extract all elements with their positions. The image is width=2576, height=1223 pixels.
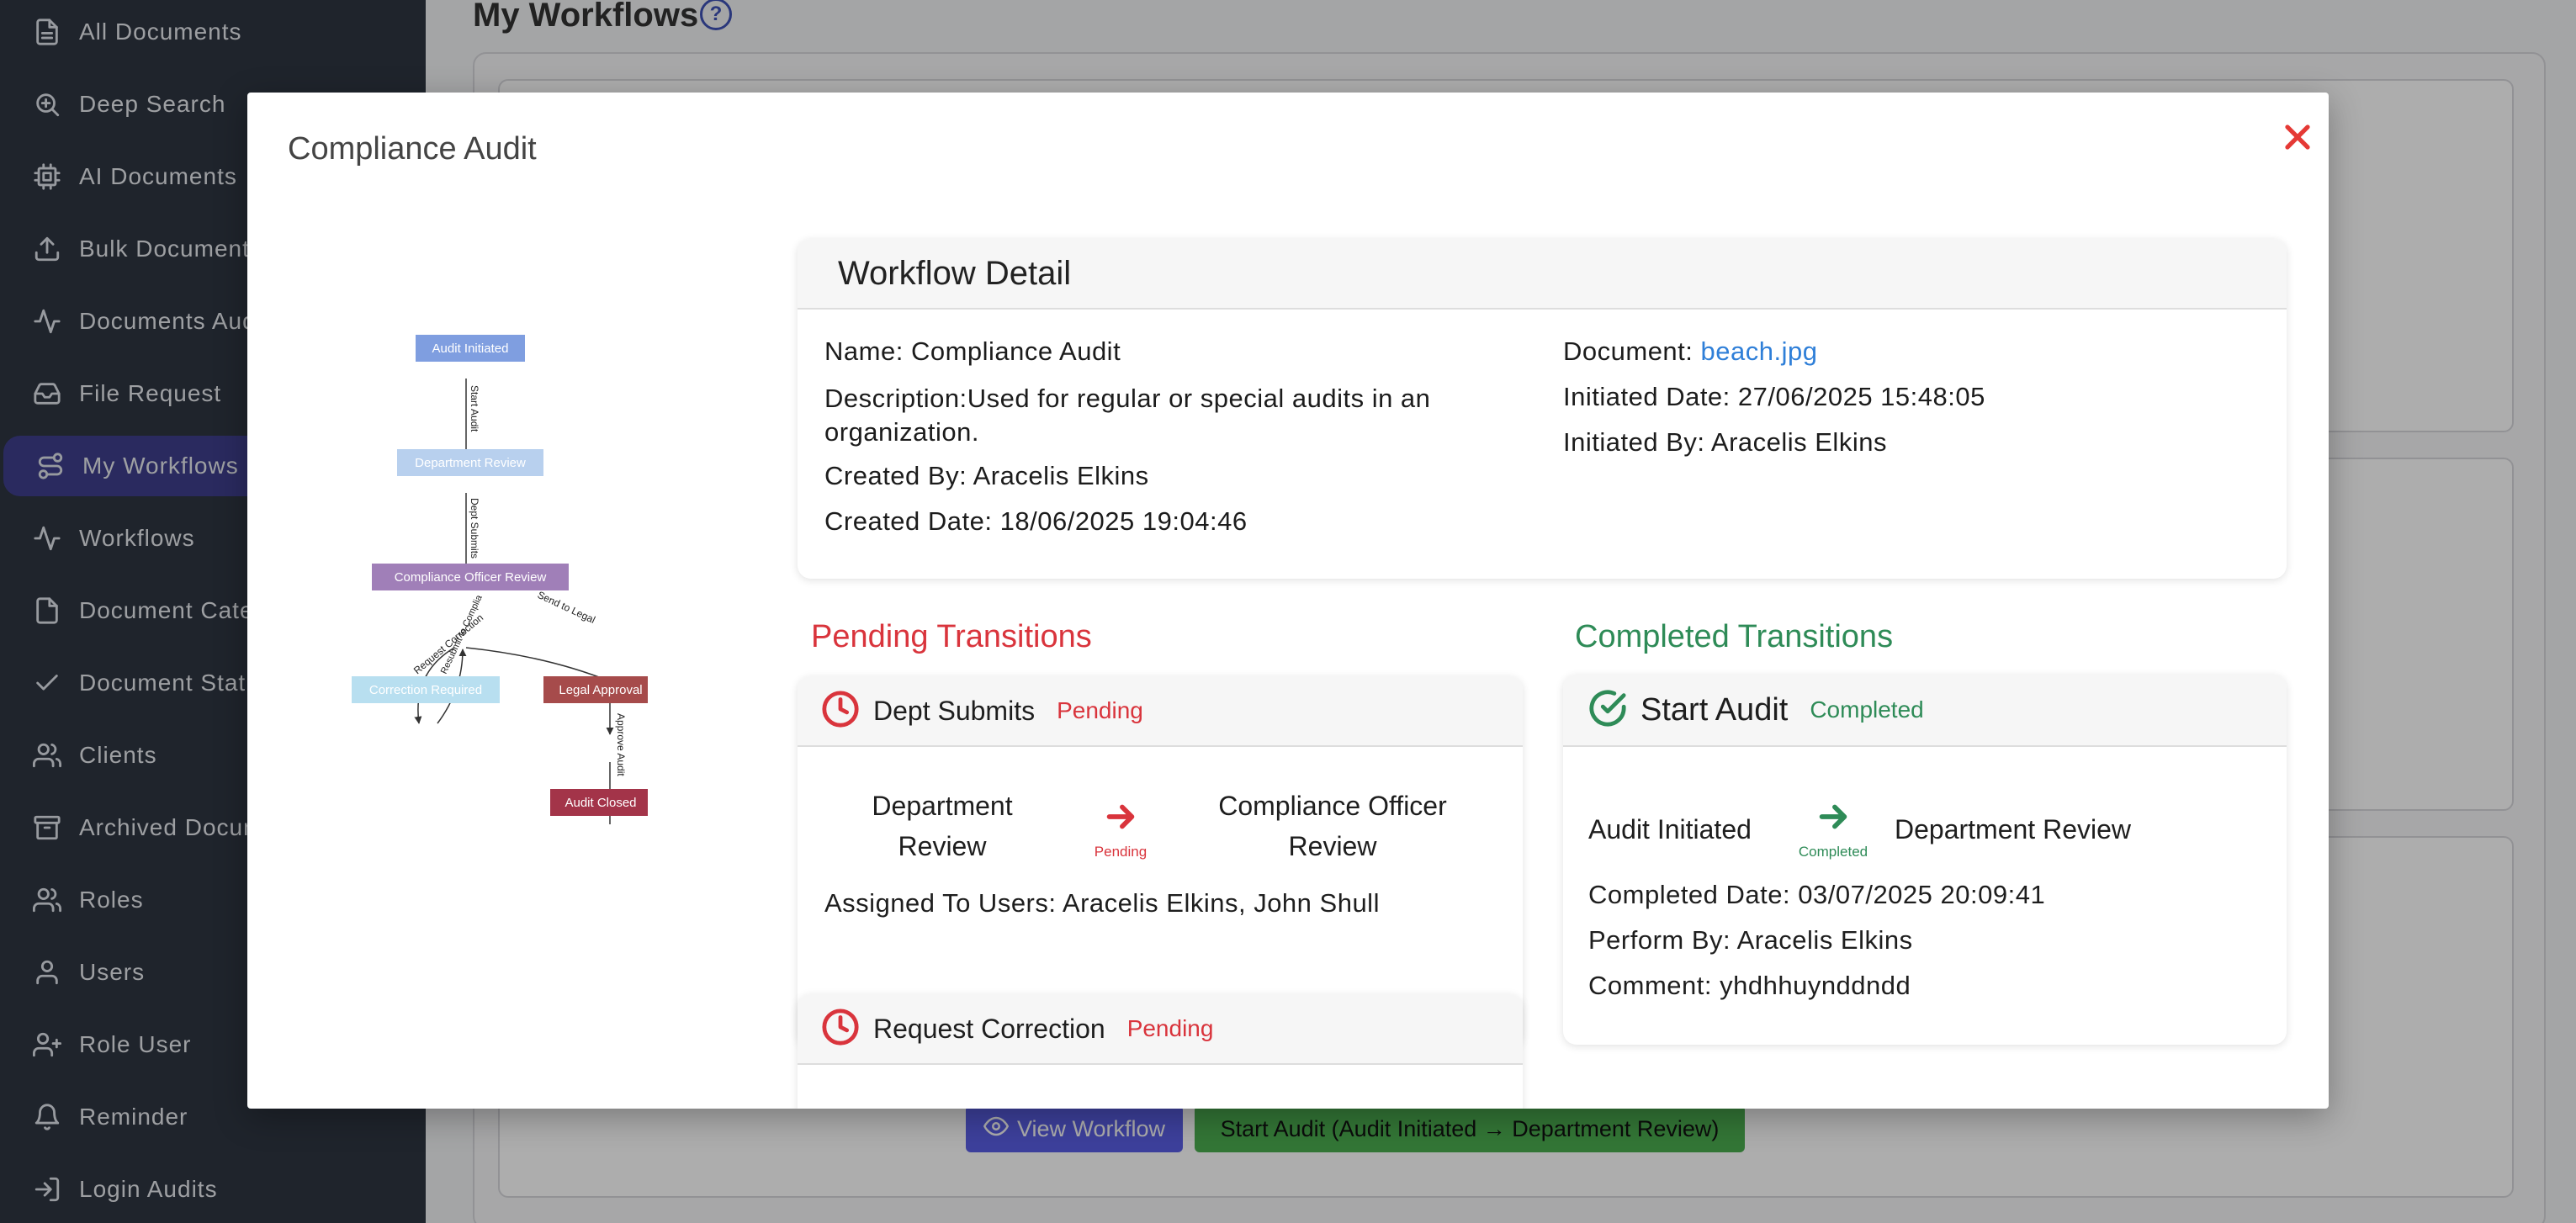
assigned-users: Assigned To Users: Aracelis Elkins, John…: [824, 888, 1380, 918]
clock-icon: [821, 690, 860, 733]
transition-arrow: Completed: [1787, 797, 1879, 860]
workflow-modal: Compliance Audit Start Audit Dept Submit…: [247, 93, 2329, 1109]
transition-title: Dept Submits: [873, 695, 1036, 726]
transition-to: Department Review: [1895, 814, 2131, 844]
node-legal-approval[interactable]: Legal Approval: [543, 676, 648, 703]
detail-name: Name: Compliance Audit: [824, 336, 1121, 366]
transition-arrow: Pending: [1079, 797, 1163, 860]
detail-created-date: Created Date: 18/06/2025 19:04:46: [824, 506, 1248, 536]
transition-header: Start Audit Completed: [1563, 675, 2287, 747]
node-audit-initiated[interactable]: Audit Initiated: [416, 335, 525, 362]
pending-transitions-title: Pending Transitions: [811, 619, 1092, 654]
transition-status: Pending: [1126, 1015, 1214, 1041]
arrow-status: Pending: [1094, 844, 1148, 860]
modal-title: Compliance Audit: [288, 131, 537, 167]
node-label: Legal Approval: [559, 683, 642, 697]
detail-initiated-date: Initiated Date: 27/06/2025 15:48:05: [1563, 382, 1985, 411]
transition-header: Request Correction Pending: [798, 994, 1523, 1065]
transition-status: Pending: [1057, 697, 1143, 723]
transition-title: Request Correction: [873, 1013, 1105, 1044]
document-link[interactable]: beach.jpg: [1701, 336, 1818, 366]
node-label: Department Review: [415, 456, 526, 470]
edge-label: Start Audit: [469, 385, 480, 432]
node-department-review[interactable]: Department Review: [397, 449, 543, 476]
detail-description: Description:Used for regular or special …: [824, 384, 1431, 447]
comment: Comment: yhdhhuynddndd: [1588, 971, 1911, 1000]
node-label: Compliance Officer Review: [395, 570, 547, 585]
node-label: Correction Required: [369, 683, 482, 697]
completed-transition-card: Start Audit Completed Audit Initiated Co…: [1563, 675, 2287, 1045]
pending-transition-card: Dept Submits Pending Department Review P…: [798, 676, 1523, 1046]
completed-transitions-title: Completed Transitions: [1575, 619, 1894, 654]
detail-created-by: Created By: Aracelis Elkins: [824, 461, 1149, 490]
node-label: Audit Initiated: [432, 341, 509, 356]
clock-icon: [821, 1008, 860, 1051]
arrow-status: Completed: [1798, 844, 1868, 860]
transition-title: Start Audit: [1640, 691, 1789, 728]
arrow-right-icon: [1106, 804, 1135, 829]
workflow-detail-card: Workflow Detail Name: Compliance Audit D…: [798, 239, 2287, 579]
detail-initiated-by: Initiated By: Aracelis Elkins: [1563, 427, 1887, 457]
transition-from: Audit Initiated: [1588, 814, 1752, 844]
close-icon: [2285, 124, 2310, 150]
perform-by: Perform By: Aracelis Elkins: [1588, 925, 1913, 955]
workflow-diagram: Start Audit Dept Submits Send to Legal R…: [352, 335, 648, 824]
edge-label: Dept Submits: [469, 498, 480, 559]
detail-document: Document: beach.jpg: [1563, 336, 1818, 366]
transition-header: Dept Submits Pending: [798, 676, 1523, 747]
transition-to: Compliance Officer Review: [1218, 791, 1447, 861]
completed-date: Completed Date: 03/07/2025 20:09:41: [1588, 880, 2046, 909]
node-compliance-officer-review[interactable]: Compliance Officer Review: [372, 564, 569, 590]
pending-transition-card: Request Correction Pending: [798, 994, 1523, 1109]
workflow-detail-header: Workflow Detail: [798, 239, 2287, 310]
transition-status: Completed: [1810, 696, 1924, 723]
transition-from: Department Review: [872, 791, 1013, 861]
close-button[interactable]: [2275, 114, 2320, 160]
workflow-detail-title: Workflow Detail: [838, 254, 1072, 292]
node-correction-required[interactable]: Correction Required: [352, 676, 500, 703]
node-label: Audit Closed: [564, 796, 636, 810]
node-audit-closed[interactable]: Audit Closed: [550, 789, 648, 816]
edge-label: Send to Legal: [536, 589, 597, 626]
arrow-right-icon: [1819, 804, 1847, 829]
check-circle-icon: [1588, 689, 1627, 732]
edge-label: Approve Audit: [615, 713, 627, 776]
